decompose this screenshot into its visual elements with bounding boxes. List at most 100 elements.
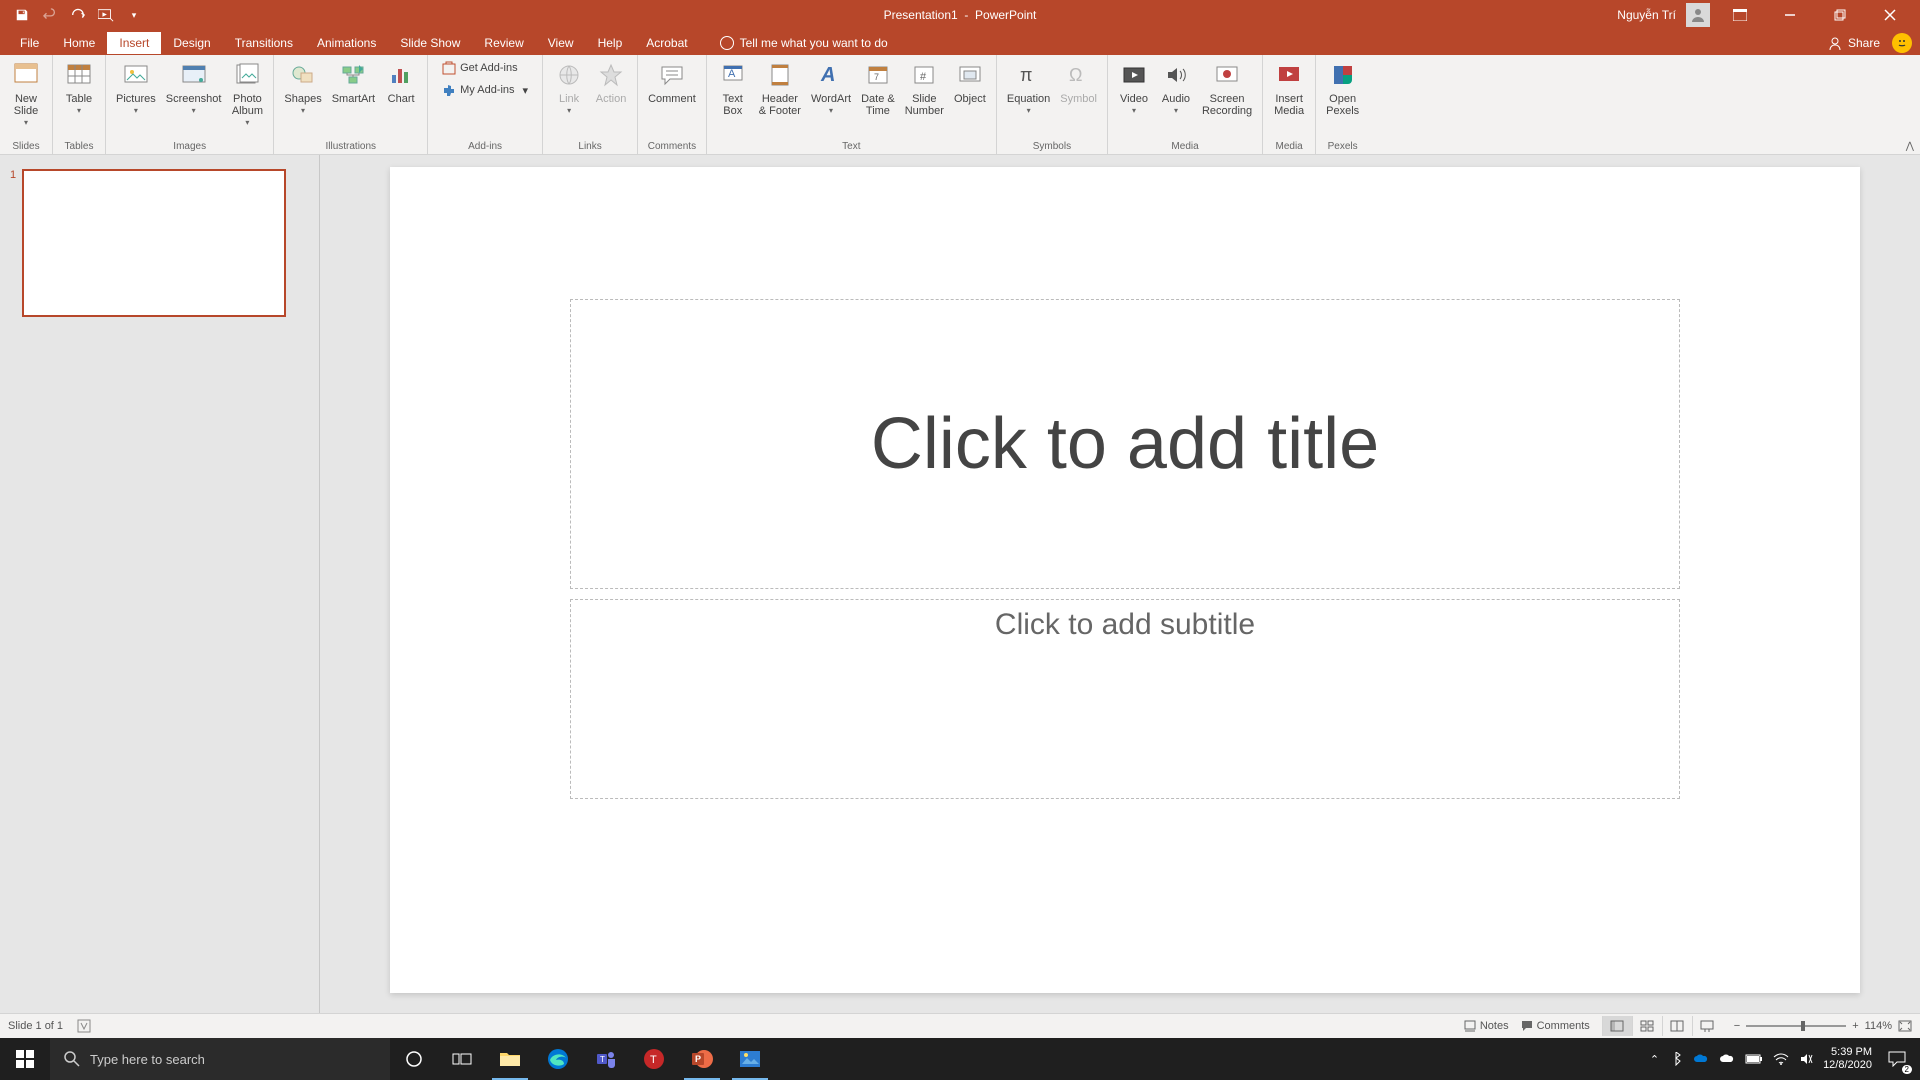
taskbar-photos[interactable]	[726, 1038, 774, 1080]
group-links: Link▾ Action Links	[543, 55, 638, 154]
spellcheck-icon[interactable]	[77, 1019, 91, 1033]
collapse-ribbon-icon[interactable]: ⋀	[1906, 141, 1914, 152]
taskbar-teams[interactable]: T	[582, 1038, 630, 1080]
undo-icon[interactable]	[42, 7, 58, 23]
start-button[interactable]	[0, 1038, 50, 1080]
action-center-button[interactable]: 2	[1882, 1044, 1912, 1074]
maximize-button[interactable]	[1820, 1, 1860, 29]
qat-more-icon[interactable]: ▾	[126, 7, 142, 23]
object-button[interactable]: Object	[950, 57, 990, 107]
tab-animations[interactable]: Animations	[305, 32, 388, 54]
notes-button[interactable]: Notes	[1464, 1020, 1509, 1032]
screen-recording-icon	[1211, 59, 1243, 91]
taskbar-search[interactable]: Type here to search	[50, 1038, 390, 1080]
feedback-smile-icon[interactable]	[1892, 33, 1912, 53]
get-addins-button[interactable]: Get Add-ins	[442, 61, 528, 75]
insert-media-button[interactable]: Insert Media	[1269, 57, 1309, 119]
tab-design[interactable]: Design	[161, 32, 222, 54]
tray-volume-icon[interactable]	[1799, 1052, 1813, 1066]
zoom-percent[interactable]: 114%	[1865, 1020, 1892, 1032]
slide-number-button[interactable]: # Slide Number	[901, 57, 948, 119]
slide-thumbnail-pane[interactable]: 1	[0, 155, 320, 1013]
comment-button[interactable]: Comment	[644, 57, 700, 107]
redo-icon[interactable]	[70, 7, 86, 23]
zoom-in-button[interactable]: +	[1852, 1020, 1858, 1032]
symbol-button[interactable]: Ω Symbol	[1056, 57, 1101, 107]
from-beginning-icon[interactable]	[98, 7, 114, 23]
taskbar-clock[interactable]: 5:39 PM 12/8/2020	[1823, 1046, 1872, 1072]
audio-button[interactable]: Audio▾	[1156, 57, 1196, 119]
slide-counter[interactable]: Slide 1 of 1	[8, 1020, 63, 1032]
tray-cloud-icon[interactable]	[1719, 1053, 1735, 1065]
group-pexels: Open Pexels Pexels	[1316, 55, 1369, 154]
tell-me-search[interactable]: Tell me what you want to do	[720, 36, 888, 50]
tray-onedrive-icon[interactable]	[1693, 1053, 1709, 1065]
screenshot-button[interactable]: Screenshot▾	[162, 57, 226, 119]
group-label: Media	[1276, 141, 1303, 154]
chart-button[interactable]: Chart	[381, 57, 421, 107]
task-view-button[interactable]	[438, 1038, 486, 1080]
normal-view-button[interactable]	[1602, 1016, 1632, 1036]
quick-access-toolbar: ▾	[0, 7, 142, 23]
photo-album-button[interactable]: Photo Album▾	[227, 57, 267, 131]
subtitle-placeholder[interactable]: Click to add subtitle	[570, 599, 1680, 799]
tab-file[interactable]: File	[8, 32, 51, 54]
video-button[interactable]: Video▾	[1114, 57, 1154, 119]
shapes-button[interactable]: Shapes▾	[280, 57, 325, 119]
action-button[interactable]: Action	[591, 57, 631, 107]
comments-button[interactable]: Comments	[1521, 1020, 1590, 1032]
table-icon	[63, 59, 95, 91]
smartart-button[interactable]: SmartArt	[328, 57, 379, 107]
fit-to-window-button[interactable]	[1898, 1020, 1912, 1032]
tab-insert[interactable]: Insert	[107, 32, 161, 54]
tab-review[interactable]: Review	[472, 32, 535, 54]
taskbar-powerpoint[interactable]: P	[678, 1038, 726, 1080]
taskbar-app-t[interactable]: T	[630, 1038, 678, 1080]
tray-bluetooth-icon[interactable]	[1669, 1052, 1683, 1066]
zoom-slider[interactable]	[1746, 1025, 1846, 1027]
comments-icon	[1521, 1020, 1533, 1032]
table-button[interactable]: Table▾	[59, 57, 99, 119]
taskbar-edge[interactable]	[534, 1038, 582, 1080]
store-icon	[442, 61, 456, 75]
ribbon-display-icon[interactable]	[1720, 1, 1760, 29]
tab-transitions[interactable]: Transitions	[223, 32, 305, 54]
screen-recording-button[interactable]: Screen Recording	[1198, 57, 1256, 119]
close-button[interactable]	[1870, 1, 1910, 29]
slide-sorter-button[interactable]	[1632, 1016, 1662, 1036]
taskbar-file-explorer[interactable]	[486, 1038, 534, 1080]
equation-button[interactable]: π Equation▾	[1003, 57, 1054, 119]
tab-home[interactable]: Home	[51, 32, 107, 54]
save-icon[interactable]	[14, 7, 30, 23]
tab-slideshow[interactable]: Slide Show	[388, 32, 472, 54]
minimize-button[interactable]	[1770, 1, 1810, 29]
wordart-button[interactable]: A WordArt▾	[807, 57, 855, 119]
my-addins-button[interactable]: My Add-ins ▾	[442, 83, 528, 97]
textbox-button[interactable]: A Text Box	[713, 57, 753, 119]
new-slide-button[interactable]: New Slide▾	[6, 57, 46, 131]
reading-view-button[interactable]	[1662, 1016, 1692, 1036]
slideshow-view-button[interactable]	[1692, 1016, 1722, 1036]
tab-view[interactable]: View	[536, 32, 586, 54]
cortana-button[interactable]	[390, 1038, 438, 1080]
tab-help[interactable]: Help	[586, 32, 635, 54]
addins-icon	[442, 83, 456, 97]
datetime-button[interactable]: 7 Date & Time	[857, 57, 899, 119]
user-avatar[interactable]	[1686, 3, 1710, 27]
zoom-out-button[interactable]: −	[1734, 1020, 1740, 1032]
tray-battery-icon[interactable]	[1745, 1053, 1763, 1065]
slide-canvas[interactable]: Click to add title Click to add subtitle	[390, 167, 1860, 993]
share-button[interactable]: Share	[1828, 36, 1892, 50]
tray-chevron-icon[interactable]: ⌃	[1650, 1053, 1659, 1066]
slide-edit-area[interactable]: Click to add title Click to add subtitle	[320, 155, 1920, 1013]
tab-acrobat[interactable]: Acrobat	[634, 32, 699, 54]
link-button[interactable]: Link▾	[549, 57, 589, 119]
title-placeholder[interactable]: Click to add title	[570, 299, 1680, 589]
pictures-button[interactable]: Pictures▾	[112, 57, 160, 119]
slide-thumbnail-1[interactable]	[22, 169, 286, 317]
header-footer-button[interactable]: Header & Footer	[755, 57, 805, 119]
tray-wifi-icon[interactable]	[1773, 1053, 1789, 1065]
textbox-icon: A	[717, 59, 749, 91]
open-pexels-button[interactable]: Open Pexels	[1322, 57, 1363, 119]
svg-text:7: 7	[874, 72, 879, 82]
